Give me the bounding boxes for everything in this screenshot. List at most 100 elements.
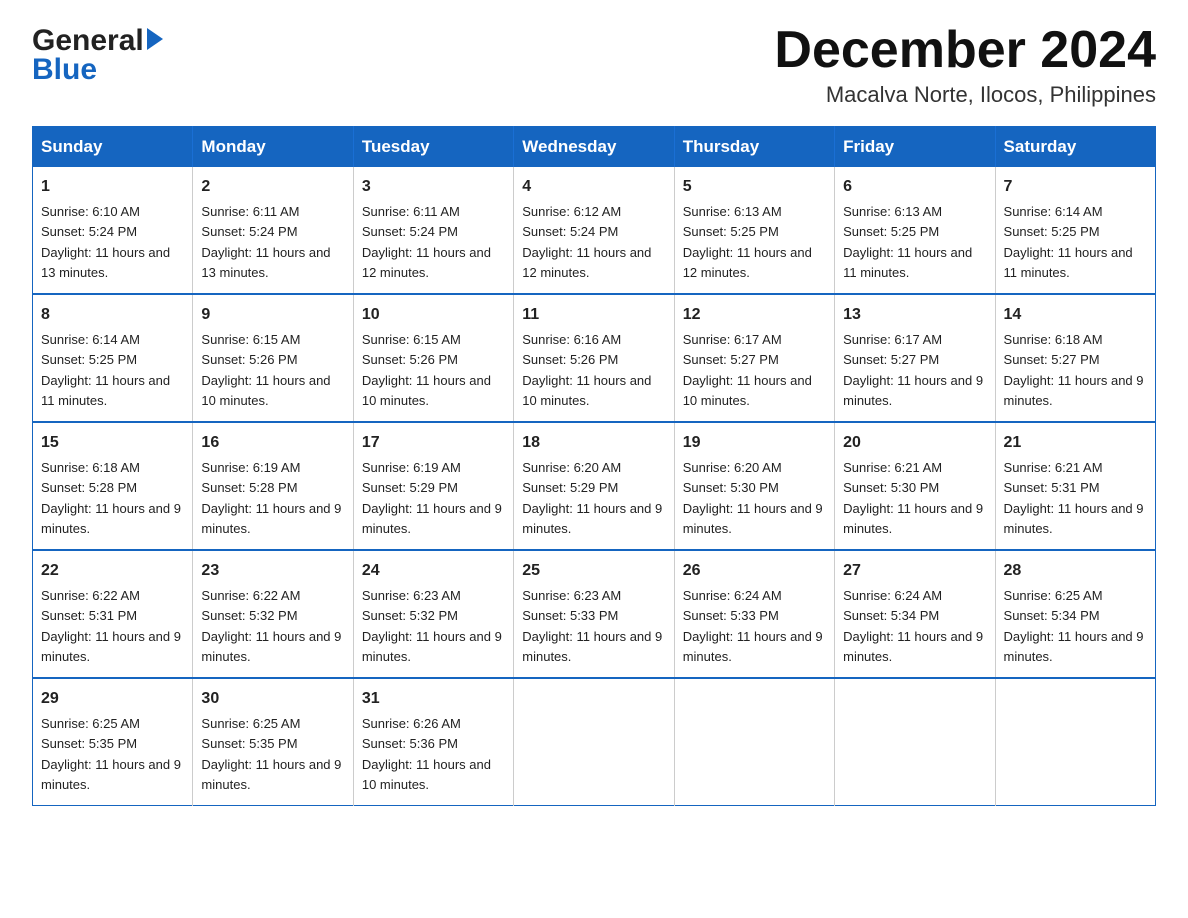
calendar-cell: 9Sunrise: 6:15 AMSunset: 5:26 PMDaylight… [193,294,353,422]
day-info: Sunrise: 6:24 AMSunset: 5:33 PMDaylight:… [683,588,823,664]
calendar-week-row: 8 Sunrise: 6:14 AMSunset: 5:25 PMDaylight… [33,294,1156,422]
calendar-cell: 26Sunrise: 6:24 AMSunset: 5:33 PMDayligh… [674,550,834,678]
day-number: 16 [201,431,344,455]
day-number: 4 [522,175,665,199]
day-number: 21 [1004,431,1147,455]
calendar-cell: 14 Sunrise: 6:18 AMSunset: 5:27 PMDayligh… [995,294,1155,422]
day-info: Sunrise: 6:23 AMSunset: 5:32 PMDaylight:… [362,588,502,664]
calendar-cell: 4 Sunrise: 6:12 AMSunset: 5:24 PMDaylight… [514,167,674,294]
calendar-cell: 2 Sunrise: 6:11 AMSunset: 5:24 PMDaylight… [193,167,353,294]
day-number: 13 [843,303,986,327]
calendar-cell [674,678,834,806]
calendar-cell: 19 Sunrise: 6:20 AMSunset: 5:30 PMDayligh… [674,422,834,550]
day-info: Sunrise: 6:16 AMSunset: 5:26 PMDaylight:… [522,332,651,408]
day-info: Sunrise: 6:21 AMSunset: 5:31 PMDaylight:… [1004,460,1144,536]
day-info: Sunrise: 6:14 AMSunset: 5:25 PMDaylight:… [1004,204,1133,280]
day-number: 15 [41,431,184,455]
calendar-cell: 5 Sunrise: 6:13 AMSunset: 5:25 PMDaylight… [674,167,834,294]
logo: General Blue [32,24,163,86]
day-number: 1 [41,175,184,199]
day-info: Sunrise: 6:19 AMSunset: 5:29 PMDaylight:… [362,460,502,536]
day-info: Sunrise: 6:20 AMSunset: 5:30 PMDaylight:… [683,460,823,536]
col-header-friday: Friday [835,127,995,168]
day-number: 14 [1004,303,1147,327]
day-info: Sunrise: 6:17 AMSunset: 5:27 PMDaylight:… [843,332,983,408]
calendar-header-row: SundayMondayTuesdayWednesdayThursdayFrid… [33,127,1156,168]
calendar-week-row: 29 Sunrise: 6:25 AMSunset: 5:35 PMDayligh… [33,678,1156,806]
calendar-cell: 20 Sunrise: 6:21 AMSunset: 5:30 PMDayligh… [835,422,995,550]
calendar-cell: 25 Sunrise: 6:23 AMSunset: 5:33 PMDayligh… [514,550,674,678]
calendar-cell: 27 Sunrise: 6:24 AMSunset: 5:34 PMDayligh… [835,550,995,678]
day-number: 23 [201,559,344,583]
col-header-saturday: Saturday [995,127,1155,168]
calendar-cell: 23 Sunrise: 6:22 AMSunset: 5:32 PMDayligh… [193,550,353,678]
day-number: 19 [683,431,826,455]
day-info: Sunrise: 6:15 AMSunset: 5:26 PMDaylight:… [362,332,491,408]
day-info: Sunrise: 6:15 AMSunset: 5:26 PMDaylight:… [201,332,330,408]
day-info: Sunrise: 6:25 AMSunset: 5:35 PMDaylight:… [41,716,181,792]
day-info: Sunrise: 6:25 AMSunset: 5:35 PMDaylight:… [201,716,341,792]
day-number: 25 [522,559,665,583]
day-info: Sunrise: 6:25 AMSunset: 5:34 PMDaylight:… [1004,588,1144,664]
calendar-cell: 1 Sunrise: 6:10 AMSunset: 5:24 PMDaylight… [33,167,193,294]
day-info: Sunrise: 6:13 AMSunset: 5:25 PMDaylight:… [683,204,812,280]
calendar-cell: 8 Sunrise: 6:14 AMSunset: 5:25 PMDaylight… [33,294,193,422]
col-header-sunday: Sunday [33,127,193,168]
logo-line2: Blue [32,53,163,86]
day-number: 29 [41,687,184,711]
day-number: 7 [1004,175,1147,199]
day-info: Sunrise: 6:20 AMSunset: 5:29 PMDaylight:… [522,460,662,536]
day-number: 31 [362,687,505,711]
day-info: Sunrise: 6:10 AMSunset: 5:24 PMDaylight:… [41,204,170,280]
day-number: 20 [843,431,986,455]
location-title: Macalva Norte, Ilocos, Philippines [774,82,1156,108]
day-info: Sunrise: 6:12 AMSunset: 5:24 PMDaylight:… [522,204,651,280]
calendar-cell: 29 Sunrise: 6:25 AMSunset: 5:35 PMDayligh… [33,678,193,806]
calendar-cell: 28 Sunrise: 6:25 AMSunset: 5:34 PMDayligh… [995,550,1155,678]
day-info: Sunrise: 6:24 AMSunset: 5:34 PMDaylight:… [843,588,983,664]
calendar-cell: 6Sunrise: 6:13 AMSunset: 5:25 PMDaylight… [835,167,995,294]
day-info: Sunrise: 6:19 AMSunset: 5:28 PMDaylight:… [201,460,341,536]
calendar-cell: 13 Sunrise: 6:17 AMSunset: 5:27 PMDayligh… [835,294,995,422]
calendar-cell: 18 Sunrise: 6:20 AMSunset: 5:29 PMDayligh… [514,422,674,550]
day-number: 11 [522,303,665,327]
col-header-monday: Monday [193,127,353,168]
calendar-cell: 12 Sunrise: 6:17 AMSunset: 5:27 PMDayligh… [674,294,834,422]
day-info: Sunrise: 6:22 AMSunset: 5:31 PMDaylight:… [41,588,181,664]
day-number: 10 [362,303,505,327]
day-info: Sunrise: 6:17 AMSunset: 5:27 PMDaylight:… [683,332,812,408]
calendar-cell: 3 Sunrise: 6:11 AMSunset: 5:24 PMDaylight… [353,167,513,294]
day-info: Sunrise: 6:22 AMSunset: 5:32 PMDaylight:… [201,588,341,664]
calendar-cell: 22Sunrise: 6:22 AMSunset: 5:31 PMDayligh… [33,550,193,678]
day-info: Sunrise: 6:21 AMSunset: 5:30 PMDaylight:… [843,460,983,536]
day-number: 27 [843,559,986,583]
day-number: 17 [362,431,505,455]
calendar-table: SundayMondayTuesdayWednesdayThursdayFrid… [32,126,1156,806]
day-info: Sunrise: 6:11 AMSunset: 5:24 PMDaylight:… [201,204,330,280]
day-info: Sunrise: 6:18 AMSunset: 5:27 PMDaylight:… [1004,332,1144,408]
day-number: 5 [683,175,826,199]
page-header: General Blue December 2024 Macalva Norte… [32,24,1156,108]
day-info: Sunrise: 6:18 AMSunset: 5:28 PMDaylight:… [41,460,181,536]
day-number: 28 [1004,559,1147,583]
calendar-cell [514,678,674,806]
day-number: 24 [362,559,505,583]
day-number: 18 [522,431,665,455]
day-info: Sunrise: 6:11 AMSunset: 5:24 PMDaylight:… [362,204,491,280]
day-info: Sunrise: 6:14 AMSunset: 5:25 PMDaylight:… [41,332,170,408]
title-section: December 2024 Macalva Norte, Ilocos, Phi… [774,24,1156,108]
day-number: 30 [201,687,344,711]
day-number: 12 [683,303,826,327]
calendar-cell [835,678,995,806]
month-title: December 2024 [774,24,1156,76]
day-number: 3 [362,175,505,199]
day-info: Sunrise: 6:23 AMSunset: 5:33 PMDaylight:… [522,588,662,664]
col-header-thursday: Thursday [674,127,834,168]
day-number: 8 [41,303,184,327]
calendar-cell: 24 Sunrise: 6:23 AMSunset: 5:32 PMDayligh… [353,550,513,678]
day-number: 2 [201,175,344,199]
calendar-cell: 17 Sunrise: 6:19 AMSunset: 5:29 PMDayligh… [353,422,513,550]
day-info: Sunrise: 6:26 AMSunset: 5:36 PMDaylight:… [362,716,491,792]
calendar-cell [995,678,1155,806]
day-info: Sunrise: 6:13 AMSunset: 5:25 PMDaylight:… [843,204,972,280]
